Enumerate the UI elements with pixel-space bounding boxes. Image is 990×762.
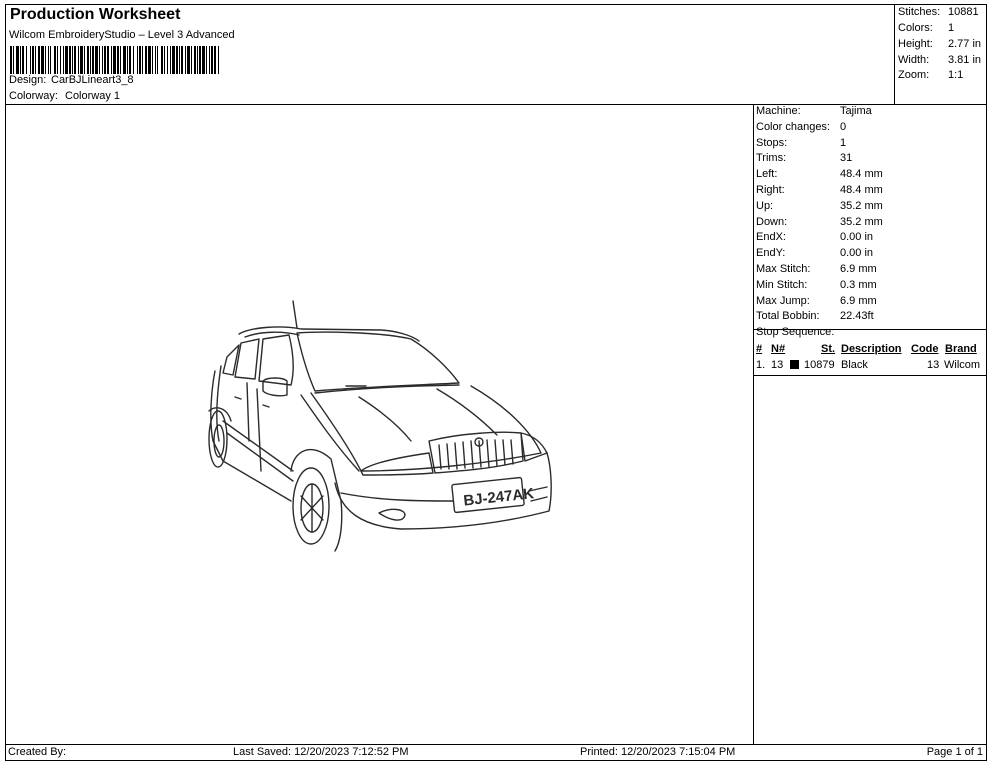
row-brand: Wilcom <box>944 359 981 371</box>
property-label: Max Jump: <box>756 294 810 307</box>
design-stats-panel: Stitches: 10881 Colors: 1 Height: 2.77 in W… <box>894 4 987 105</box>
stat-row: Colors: 1 <box>898 22 954 34</box>
col-header-brand: Brand <box>945 343 977 355</box>
property-row: Trims: 31 <box>756 152 852 168</box>
worksheet-header: Production Worksheet Wilcom EmbroiderySt… <box>5 4 987 105</box>
property-label: Machine: <box>756 105 801 117</box>
row-n: 13 <box>771 359 784 371</box>
stat-label: Zoom: <box>898 69 930 81</box>
property-label: Stops: <box>756 136 788 149</box>
property-value: 35.2 mm <box>840 215 883 228</box>
colorway-value: Colorway 1 <box>65 90 121 102</box>
stat-label: Width: <box>898 54 930 66</box>
divider <box>754 375 986 376</box>
property-label: Color changes: <box>756 120 830 133</box>
property-value: 22.43ft <box>840 310 874 323</box>
colorway-label: Colorway: <box>9 90 58 102</box>
property-value: 48.4 mm <box>840 184 883 196</box>
stat-label: Height: <box>898 38 933 50</box>
license-plate-text: BJ-247AK <box>463 485 535 509</box>
property-row: Right: 48.4 mm <box>756 184 883 200</box>
stat-row: Stitches: 10881 <box>898 6 979 18</box>
color-swatch <box>790 360 799 369</box>
row-num: 1. <box>756 359 766 371</box>
property-row: Max Jump: 6.9 mm <box>756 294 877 311</box>
property-label: Max Stitch: <box>756 263 811 275</box>
stat-row: Height: 2.77 in <box>898 38 981 50</box>
row-stitches: 10879 <box>804 359 835 371</box>
property-label: EndY: <box>756 247 786 260</box>
property-row: Stops: 1 <box>756 136 846 153</box>
stat-value: 2.77 in <box>948 38 982 50</box>
stop-sequence-label: Stop Sequence: <box>756 326 834 342</box>
property-row: Total Bobbin: 22.43ft <box>756 310 874 326</box>
design-name-row: Design: CarBJLineart3_8 <box>9 74 134 86</box>
property-value: 0 <box>840 120 847 133</box>
created-by: Created By: <box>8 746 67 758</box>
property-label: EndX: <box>756 231 786 244</box>
col-header-num: # <box>756 343 763 355</box>
colorway-row: Colorway: Colorway 1 <box>9 90 120 102</box>
property-value: 6.9 mm <box>840 263 877 275</box>
design-value: CarBJLineart3_8 <box>51 74 134 86</box>
property-row: Up: 35.2 mm <box>756 199 883 216</box>
page-number: Page 1 of 1 <box>926 746 983 758</box>
stat-value: 1:1 <box>948 69 964 81</box>
machine-properties-panel: Machine: Tajima Color changes: 0 Stops: 1 Trim… <box>753 104 987 745</box>
stop-sequence-title: Stop Sequence: <box>756 326 835 338</box>
car-lineart-image: BJ-247AK <box>208 300 552 552</box>
col-header-n: N# <box>771 343 786 355</box>
property-label: Min Stitch: <box>756 278 808 291</box>
property-value: 1 <box>840 136 847 149</box>
property-value: 0.00 in <box>840 247 874 260</box>
col-header-st: St. <box>821 343 836 355</box>
worksheet-footer: Created By: Last Saved: 12/20/2023 7:12:… <box>5 744 987 761</box>
stat-value: 10881 <box>948 6 979 18</box>
stat-label: Stitches: <box>898 6 941 18</box>
col-header-description: Description <box>841 343 902 355</box>
stat-value: 3.81 in <box>948 54 982 66</box>
page-title: Production Worksheet <box>10 6 181 23</box>
property-row: EndY: 0.00 in <box>756 247 873 263</box>
property-row: Min Stitch: 0.3 mm <box>756 278 877 295</box>
property-value: 0.3 mm <box>840 278 877 291</box>
property-value: 35.2 mm <box>840 199 883 212</box>
property-label: Left: <box>756 168 778 181</box>
property-label: Up: <box>756 199 774 212</box>
property-value: 0.00 in <box>840 231 874 244</box>
property-value: 6.9 mm <box>840 294 877 307</box>
row-code: 13 <box>927 359 940 371</box>
design-label: Design: <box>9 74 47 86</box>
software-subtitle: Wilcom EmbroideryStudio – Level 3 Advanc… <box>9 29 235 41</box>
stat-label: Colors: <box>898 22 933 34</box>
property-label: Total Bobbin: <box>756 310 820 323</box>
property-row: Left: 48.4 mm <box>756 168 883 184</box>
property-row: Machine: Tajima <box>756 105 872 121</box>
last-saved: Last Saved: 12/20/2023 7:12:52 PM <box>233 746 409 758</box>
barcode-icon <box>10 46 219 74</box>
stat-row: Width: 3.81 in <box>898 54 981 66</box>
property-row: Max Stitch: 6.9 mm <box>756 263 877 279</box>
property-value: 48.4 mm <box>840 168 883 181</box>
property-row: Color changes: 0 <box>756 120 846 137</box>
property-label: Trims: <box>756 152 787 165</box>
design-preview: BJ-247AK <box>5 104 754 745</box>
row-description: Black <box>841 359 868 371</box>
property-label: Right: <box>756 184 785 196</box>
property-value: 31 <box>840 152 853 165</box>
col-header-code: Code <box>911 343 939 355</box>
property-label: Down: <box>756 215 788 228</box>
printed-date: Printed: 12/20/2023 7:15:04 PM <box>580 746 736 758</box>
property-row: EndX: 0.00 in <box>756 231 873 247</box>
stat-value: 1 <box>948 22 955 34</box>
stat-row: Zoom: 1:1 <box>898 69 963 81</box>
property-value: Tajima <box>840 105 872 117</box>
property-row: Down: 35.2 mm <box>756 215 883 232</box>
